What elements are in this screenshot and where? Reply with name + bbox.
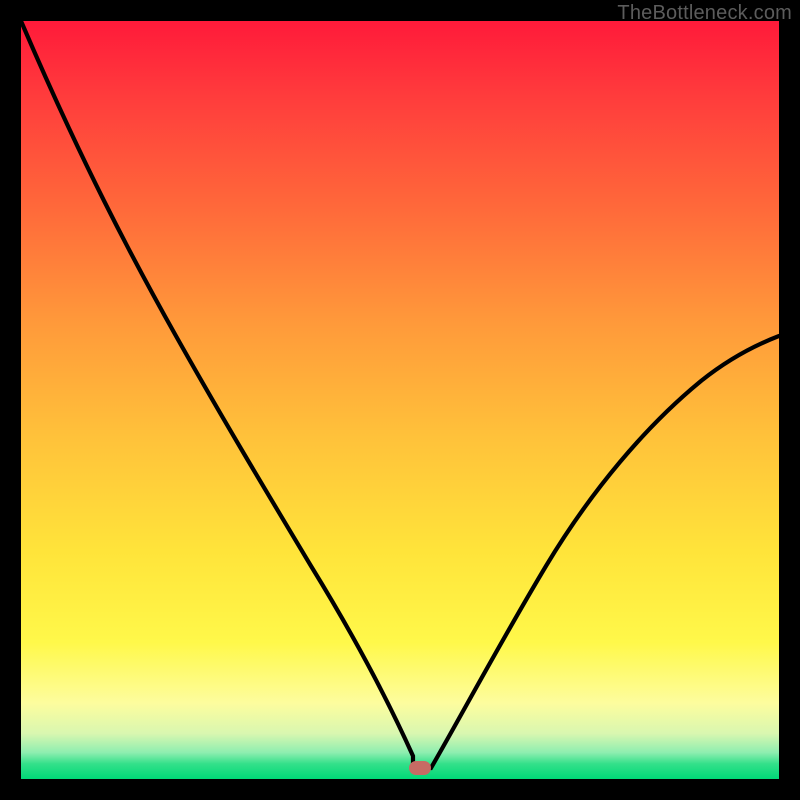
chart-curve-layer [21,21,779,779]
chart-plot-area [21,21,779,779]
bottleneck-marker [409,761,431,775]
bottleneck-curve [21,21,779,768]
